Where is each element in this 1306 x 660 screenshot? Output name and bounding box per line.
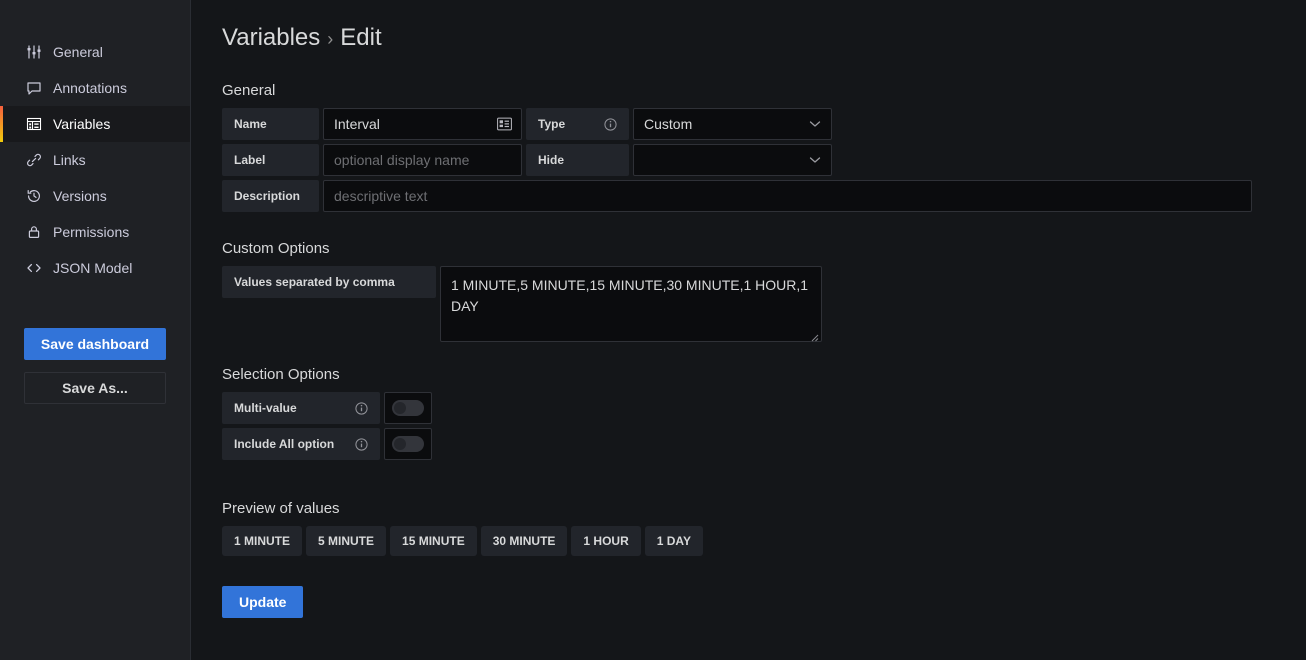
sidebar-item-variables[interactable]: Variables <box>0 106 190 142</box>
hide-label-cell: Hide <box>526 144 629 176</box>
breadcrumb-root[interactable]: Variables <box>222 24 320 52</box>
toggle-knob <box>394 438 406 450</box>
sidebar-item-general[interactable]: General <box>0 34 190 70</box>
variable-editor-pane: Variables › Edit General Name Interval T… <box>191 0 1306 660</box>
sidebar-item-label: Versions <box>53 188 107 204</box>
sidebar-item-versions[interactable]: Versions <box>0 178 190 214</box>
dashboard-settings-page: General Annotations Variables Links Vers… <box>0 0 1306 660</box>
label-hide-row: Label Hide <box>222 144 1306 176</box>
values-row: Values separated by comma <box>222 266 1306 342</box>
preview-value-chip[interactable]: 15 MINUTE <box>390 526 477 556</box>
description-row: Description <box>222 180 1306 212</box>
sidebar-item-label: General <box>53 44 103 60</box>
type-select-value: Custom <box>644 116 693 132</box>
toggle-knob <box>394 402 406 414</box>
name-input-wrapper[interactable] <box>323 108 522 140</box>
preview-title: Preview of values <box>222 500 340 517</box>
preview-section: Preview of values 1 MINUTE 5 MINUTE 15 M… <box>222 500 1306 556</box>
preview-value-chip[interactable]: 1 MINUTE <box>222 526 303 556</box>
settings-sidebar: General Annotations Variables Links Vers… <box>0 0 191 660</box>
custom-options-title: Custom Options <box>222 240 330 257</box>
custom-options-section: Custom Options Values separated by comma <box>222 240 1306 342</box>
sidebar-item-label: Permissions <box>53 224 130 240</box>
label-input-wrapper[interactable] <box>323 144 522 176</box>
update-button[interactable]: Update <box>222 586 304 618</box>
variable-card-icon[interactable] <box>497 117 512 131</box>
chevron-down-icon <box>809 151 821 169</box>
values-label: Values separated by comma <box>222 266 436 298</box>
sidebar-actions: Save dashboard Save As... <box>0 328 190 404</box>
label-input[interactable] <box>324 145 521 175</box>
history-icon <box>26 188 42 204</box>
include-all-label-cell: Include All option <box>222 428 380 460</box>
sliders-icon <box>26 44 42 60</box>
include-all-toggle[interactable] <box>384 428 432 460</box>
hide-select[interactable] <box>633 144 832 176</box>
values-label-text: Values separated by comma <box>234 275 395 289</box>
sidebar-item-permissions[interactable]: Permissions <box>0 214 190 250</box>
lock-icon <box>26 224 42 240</box>
preview-value-chip[interactable]: 1 HOUR <box>571 526 641 556</box>
breadcrumb: Variables › Edit <box>222 24 1306 52</box>
description-input-wrapper[interactable] <box>323 180 1252 212</box>
values-textarea[interactable] <box>441 267 821 341</box>
include-all-row: Include All option <box>222 428 1306 460</box>
sidebar-item-label: Variables <box>53 116 111 132</box>
label-label: Label <box>222 144 319 176</box>
toggle-track <box>392 400 424 416</box>
name-input[interactable] <box>324 109 521 139</box>
general-section: General Name Interval Type Custom Label … <box>222 82 1306 212</box>
type-label: Type <box>538 117 566 131</box>
info-circle-icon[interactable] <box>355 437 368 451</box>
description-label: Description <box>222 180 319 212</box>
general-section-title: General <box>222 82 276 99</box>
save-as-button[interactable]: Save As... <box>24 372 166 404</box>
selection-options-section: Selection Options Multi-value Include Al… <box>222 366 1306 460</box>
include-all-label: Include All option <box>234 437 335 451</box>
type-select[interactable]: Custom <box>633 108 832 140</box>
preview-value-chip[interactable]: 30 MINUTE <box>480 526 568 556</box>
multi-value-label: Multi-value <box>234 401 297 415</box>
sidebar-item-label: Links <box>53 152 86 168</box>
hide-label: Hide <box>538 153 565 167</box>
multi-value-toggle[interactable] <box>384 392 432 424</box>
sidebar-item-label: Annotations <box>53 80 127 96</box>
preview-value-chip[interactable]: 1 DAY <box>644 526 703 556</box>
multi-value-label-cell: Multi-value <box>222 392 380 424</box>
breadcrumb-current: Edit <box>340 24 382 51</box>
info-circle-icon[interactable] <box>355 401 368 415</box>
name-type-row: Name Type <box>222 108 1306 140</box>
save-dashboard-button[interactable]: Save dashboard <box>24 328 166 360</box>
breadcrumb-separator: › <box>327 29 334 49</box>
sidebar-item-links[interactable]: Links <box>0 142 190 178</box>
name-label: Name <box>222 108 319 140</box>
grid-icon <box>26 116 42 132</box>
comment-icon <box>26 80 42 96</box>
info-circle-icon[interactable] <box>604 117 617 131</box>
multi-value-row: Multi-value <box>222 392 1306 424</box>
description-input[interactable] <box>324 181 1251 211</box>
chevron-down-icon <box>809 115 821 133</box>
sidebar-item-label: JSON Model <box>53 260 133 276</box>
preview-values-list: 1 MINUTE 5 MINUTE 15 MINUTE 30 MINUTE 1 … <box>222 526 1306 556</box>
sidebar-item-json-model[interactable]: JSON Model <box>0 250 190 286</box>
code-icon <box>26 260 42 276</box>
sidebar-item-annotations[interactable]: Annotations <box>0 70 190 106</box>
selection-options-title: Selection Options <box>222 366 340 383</box>
preview-value-chip[interactable]: 5 MINUTE <box>306 526 387 556</box>
values-textarea-wrapper[interactable] <box>440 266 822 342</box>
type-label-cell: Type <box>526 108 629 140</box>
link-icon <box>26 152 42 168</box>
toggle-track <box>392 436 424 452</box>
